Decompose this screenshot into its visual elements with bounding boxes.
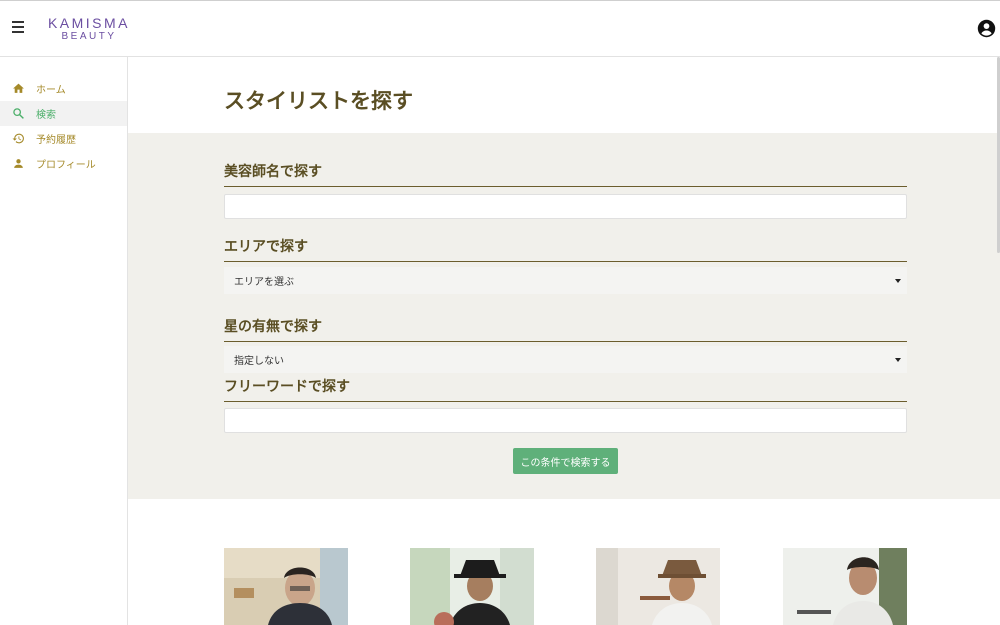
- logo-line1: KAMISMA: [47, 15, 131, 31]
- sidebar-item-label: 検索: [36, 110, 56, 121]
- hamburger-menu-icon[interactable]: [10, 21, 26, 37]
- stylist-photo-3: [596, 548, 720, 625]
- area-search-label: エリアで探す: [224, 239, 308, 255]
- logo-line2: BEAUTY: [61, 31, 117, 42]
- account-circle-icon[interactable]: [977, 19, 996, 38]
- sidebar-item-history[interactable]: 予約履歴: [0, 126, 127, 151]
- main-content: スタイリストを探す 美容師名で探す エリアで探す エリアを選ぶ 星の有無で探す …: [128, 57, 1000, 625]
- area-select[interactable]: エリアを選ぶ: [224, 267, 907, 294]
- stylist-card[interactable]: [410, 548, 534, 625]
- sidebar: ホーム 検索 予約履歴 プロフィール: [0, 57, 128, 625]
- search-panel: 美容師名で探す エリアで探す エリアを選ぶ 星の有無で探す 指定しない フリーワ…: [128, 133, 1000, 499]
- divider: [224, 261, 907, 262]
- brand-logo[interactable]: KAMISMA BEAUTY: [43, 15, 135, 43]
- stylist-photo-2: [410, 548, 534, 625]
- sidebar-item-label: ホーム: [36, 85, 66, 96]
- dropdown-arrow-icon: [895, 358, 901, 362]
- stars-select[interactable]: 指定しない: [224, 346, 907, 373]
- person-icon: [14, 159, 23, 168]
- divider: [224, 401, 907, 402]
- stylist-card[interactable]: [783, 548, 907, 625]
- sidebar-item-label: プロフィール: [36, 160, 96, 171]
- sidebar-item-profile[interactable]: プロフィール: [0, 151, 127, 176]
- search-button[interactable]: この条件で検索する: [513, 448, 618, 474]
- divider: [224, 186, 907, 187]
- search-icon: [13, 108, 24, 119]
- stylist-card[interactable]: [224, 548, 348, 625]
- stylist-name-input[interactable]: [224, 194, 907, 219]
- stars-search-label: 星の有無で探す: [224, 319, 322, 335]
- sidebar-item-search[interactable]: 検索: [0, 101, 127, 126]
- area-select-value: エリアを選ぶ: [234, 277, 294, 288]
- stylist-photo-4: [783, 548, 907, 625]
- divider: [224, 341, 907, 342]
- app-header: KAMISMA BEAUTY: [0, 0, 1000, 57]
- keyword-search-label: フリーワードで探す: [224, 379, 350, 395]
- name-search-label: 美容師名で探す: [224, 164, 322, 180]
- stars-select-value: 指定しない: [234, 356, 284, 367]
- page-title: スタイリストを探す: [224, 89, 413, 113]
- home-icon: [13, 83, 24, 93]
- stylist-photo-1: [224, 548, 348, 625]
- history-icon: [12, 133, 24, 144]
- dropdown-arrow-icon: [895, 279, 901, 283]
- sidebar-item-label: 予約履歴: [36, 135, 76, 146]
- stylist-card[interactable]: [596, 548, 720, 625]
- sidebar-item-home[interactable]: ホーム: [0, 76, 127, 101]
- keyword-input[interactable]: [224, 408, 907, 433]
